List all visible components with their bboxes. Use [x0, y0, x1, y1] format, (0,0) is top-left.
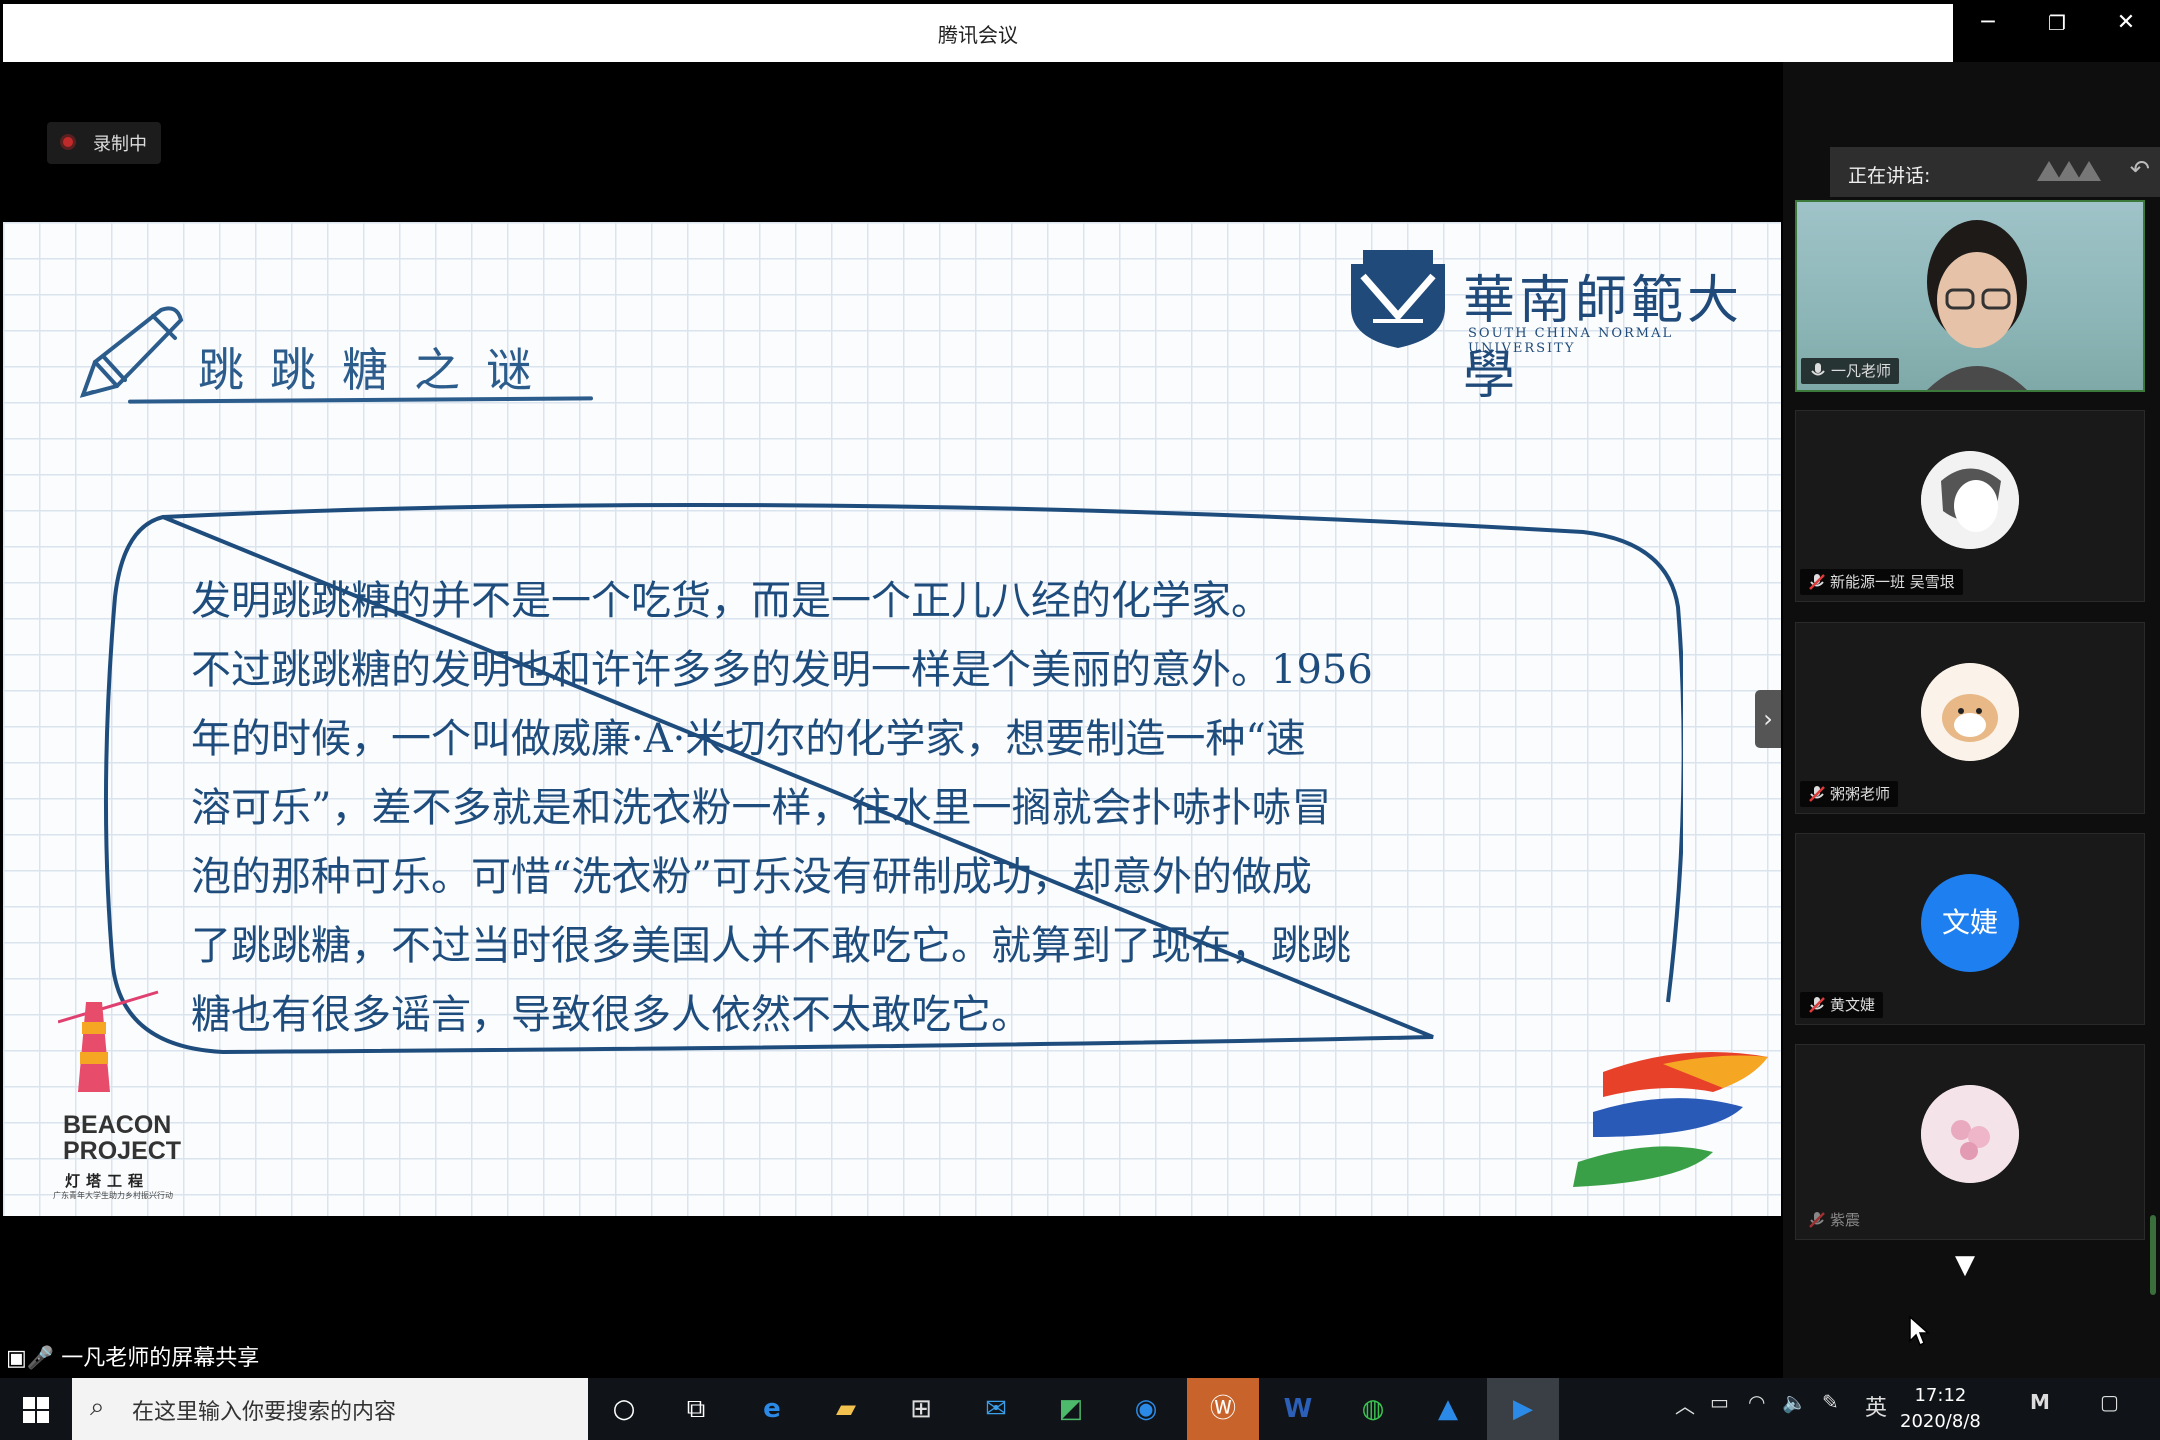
beacon-sub-label: 广东青年大学生助力乡村振兴行动 [53, 1191, 173, 1200]
participant-name: 黄文婕 [1830, 996, 1876, 1014]
mic-on-icon [1811, 363, 1825, 376]
file-explorer-icon[interactable]: ▰ [810, 1378, 882, 1440]
body-line: 溶可乐”，差不多就是和洗衣粉一样，往水里一搁就会扑哧扑哧冒 [191, 785, 1332, 831]
participant-tile[interactable]: 粥粥老师 [1795, 622, 2145, 814]
collapse-panel-icon[interactable]: ↶ [2130, 155, 2150, 183]
body-line: 糖也有很多谣言，导致很多人依然不太敢吃它。 [191, 992, 1031, 1038]
tencent-docs-icon[interactable]: ▲ [1412, 1378, 1484, 1440]
mic-muted-icon [1809, 574, 1825, 590]
body-line: 发明跳跳糖的并不是一个吃货，而是一个正儿八经的化学家。 [191, 578, 1271, 624]
avatar [1921, 663, 2019, 761]
word-icon[interactable]: W [1262, 1378, 1334, 1440]
action-center-icon[interactable]: ▢ [2100, 1390, 2119, 1414]
maps-icon[interactable]: ◩ [1035, 1378, 1107, 1440]
scroll-down-icon[interactable]: ▼ [1955, 1250, 1975, 1280]
beacon-line2: PROJECT [63, 1137, 182, 1165]
recording-label: 录制中 [93, 134, 147, 155]
tencent-meeting-icon[interactable]: ▶ [1487, 1378, 1559, 1440]
battery-icon[interactable]: ▭ [1710, 1390, 1729, 1414]
body-line: 了跳跳糖，不过当时很多美国人并不敢吃它。就算到了现在，跳跳 [191, 923, 1351, 969]
record-dot-icon [60, 134, 76, 150]
ime-indicator[interactable]: 英 [1865, 1390, 1887, 1422]
body-line: 不过跳跳糖的发明也和许许多多的发明一样是个美丽的意外。1956 [191, 647, 1373, 693]
cortana-icon[interactable]: ○ [588, 1378, 660, 1440]
participant-name: 粥粥老师 [1830, 785, 1891, 803]
search-placeholder: 在这里输入你要搜索的内容 [132, 1400, 397, 1425]
minimize-button[interactable]: ─ [1955, 0, 2021, 46]
panel-scrollbar[interactable] [2150, 1215, 2156, 1295]
slide-title: 跳跳糖之谜 [198, 343, 558, 397]
participant-tile[interactable]: 文婕 黄文婕 [1795, 833, 2145, 1025]
beacon-project-logo: BEACON PROJECT [63, 1112, 181, 1164]
screen-share-icon: ▣🎤 [6, 1346, 55, 1371]
clock-date: 2020/8/8 [1900, 1411, 1981, 1432]
flower-avatar-image [1921, 1085, 2019, 1183]
color-ribbon-logo-icon [1573, 1052, 1768, 1187]
initials-avatar: 文婕 [1921, 874, 2019, 972]
body-line: 年的时候，一个叫做威廉·A·米切尔的化学家，想要制造一种“速 [191, 716, 1306, 762]
lighthouse-logo-icon [58, 990, 159, 1092]
mail-icon[interactable]: ✉ [960, 1378, 1032, 1440]
search-icon: ⌕ [90, 1392, 105, 1422]
mic-muted-icon [1809, 1212, 1825, 1228]
participant-namebar: 黄文婕 [1800, 992, 1884, 1018]
recording-indicator[interactable]: 录制中 [47, 122, 161, 164]
edge-browser-icon[interactable]: e [736, 1378, 808, 1440]
store-icon[interactable]: ⊞ [885, 1378, 957, 1440]
participant-name: 新能源一班 吴雪垠 [1830, 573, 1955, 591]
wechat-icon[interactable]: ◍ [1337, 1378, 1409, 1440]
pencil-icon [79, 306, 184, 398]
screen-share-text: 一凡老师的屏幕共享 [61, 1346, 260, 1371]
participant-name: 紫震 [1830, 1211, 1861, 1229]
taskbar-clock[interactable]: 17:12 2020/8/8 [1900, 1383, 1981, 1435]
mic-muted-icon [1809, 997, 1825, 1013]
windows-start-icon[interactable] [0, 1378, 72, 1440]
speaking-bar: 正在讲话: ↶ [1830, 147, 2160, 197]
beacon-line1: BEACON [63, 1111, 172, 1139]
volume-icon[interactable]: 🔈 [1782, 1390, 1807, 1414]
task-view-icon[interactable]: ⧉ [660, 1378, 732, 1440]
next-page-button[interactable]: › [1755, 690, 1781, 748]
qq-browser-icon[interactable]: ◉ [1110, 1378, 1182, 1440]
participant-namebar: 新能源一班 吴雪垠 [1800, 569, 1963, 595]
app-w-icon[interactable]: Ⓦ [1187, 1378, 1259, 1440]
window-title-bar: 腾讯会议 [3, 4, 1953, 62]
university-name-en: SOUTH CHINA NORMAL UNIVERSITY [1468, 326, 1674, 356]
slide-body-text: 发明跳跳糖的并不是一个吃货，而是一个正儿八经的化学家。 不过跳跳糖的发明也和许许… [191, 567, 1551, 1050]
audio-wave-icon [2037, 161, 2101, 181]
participant-namebar: 紫震 [1800, 1207, 1868, 1233]
shared-screen-slide: 跳跳糖之谜 華南師範大學 SOUTH CHINA NORMAL UNIVERSI… [3, 222, 1781, 1216]
participant-name: 一凡老师 [1831, 362, 1892, 380]
wifi-icon[interactable]: ◠ [1748, 1390, 1765, 1414]
screen-share-label: ▣🎤 一凡老师的屏幕共享 [6, 1340, 259, 1372]
close-button[interactable]: ✕ [2093, 0, 2159, 46]
mouse-cursor-icon [1909, 1315, 1930, 1347]
body-line: 泡的那种可乐。可惜“洗衣粉”可乐没有研制成功，却意外的做成 [191, 854, 1312, 900]
participant-tile[interactable]: 一凡老师 [1795, 200, 2145, 392]
participant-tile[interactable]: 紫震 [1795, 1044, 2145, 1240]
participant-namebar: 粥粥老师 [1800, 781, 1899, 807]
hamster-avatar-image [1921, 663, 2019, 761]
taskbar-search-box[interactable]: ⌕ 在这里输入你要搜索的内容 [72, 1378, 588, 1440]
mic-muted-icon [1809, 786, 1825, 802]
beacon-cn-label: 灯塔工程 [65, 1172, 150, 1190]
anime-avatar-image [1921, 451, 2019, 549]
pen-icon[interactable]: ✎ [1822, 1390, 1839, 1414]
avatar [1921, 1085, 2019, 1183]
speaking-label: 正在讲话: [1848, 165, 1931, 187]
clock-time: 17:12 [1914, 1385, 1967, 1406]
notification-badge-icon[interactable]: M [2030, 1390, 2050, 1414]
window-title: 腾讯会议 [938, 23, 1018, 47]
participant-namebar: 一凡老师 [1801, 358, 1900, 384]
participant-tile[interactable]: 新能源一班 吴雪垠 [1795, 410, 2145, 602]
restore-button[interactable]: ❐ [2024, 0, 2090, 46]
university-crest-icon [1351, 250, 1445, 348]
show-hidden-icons-icon[interactable]: ︿ [1675, 1390, 1695, 1419]
avatar [1921, 451, 2019, 549]
